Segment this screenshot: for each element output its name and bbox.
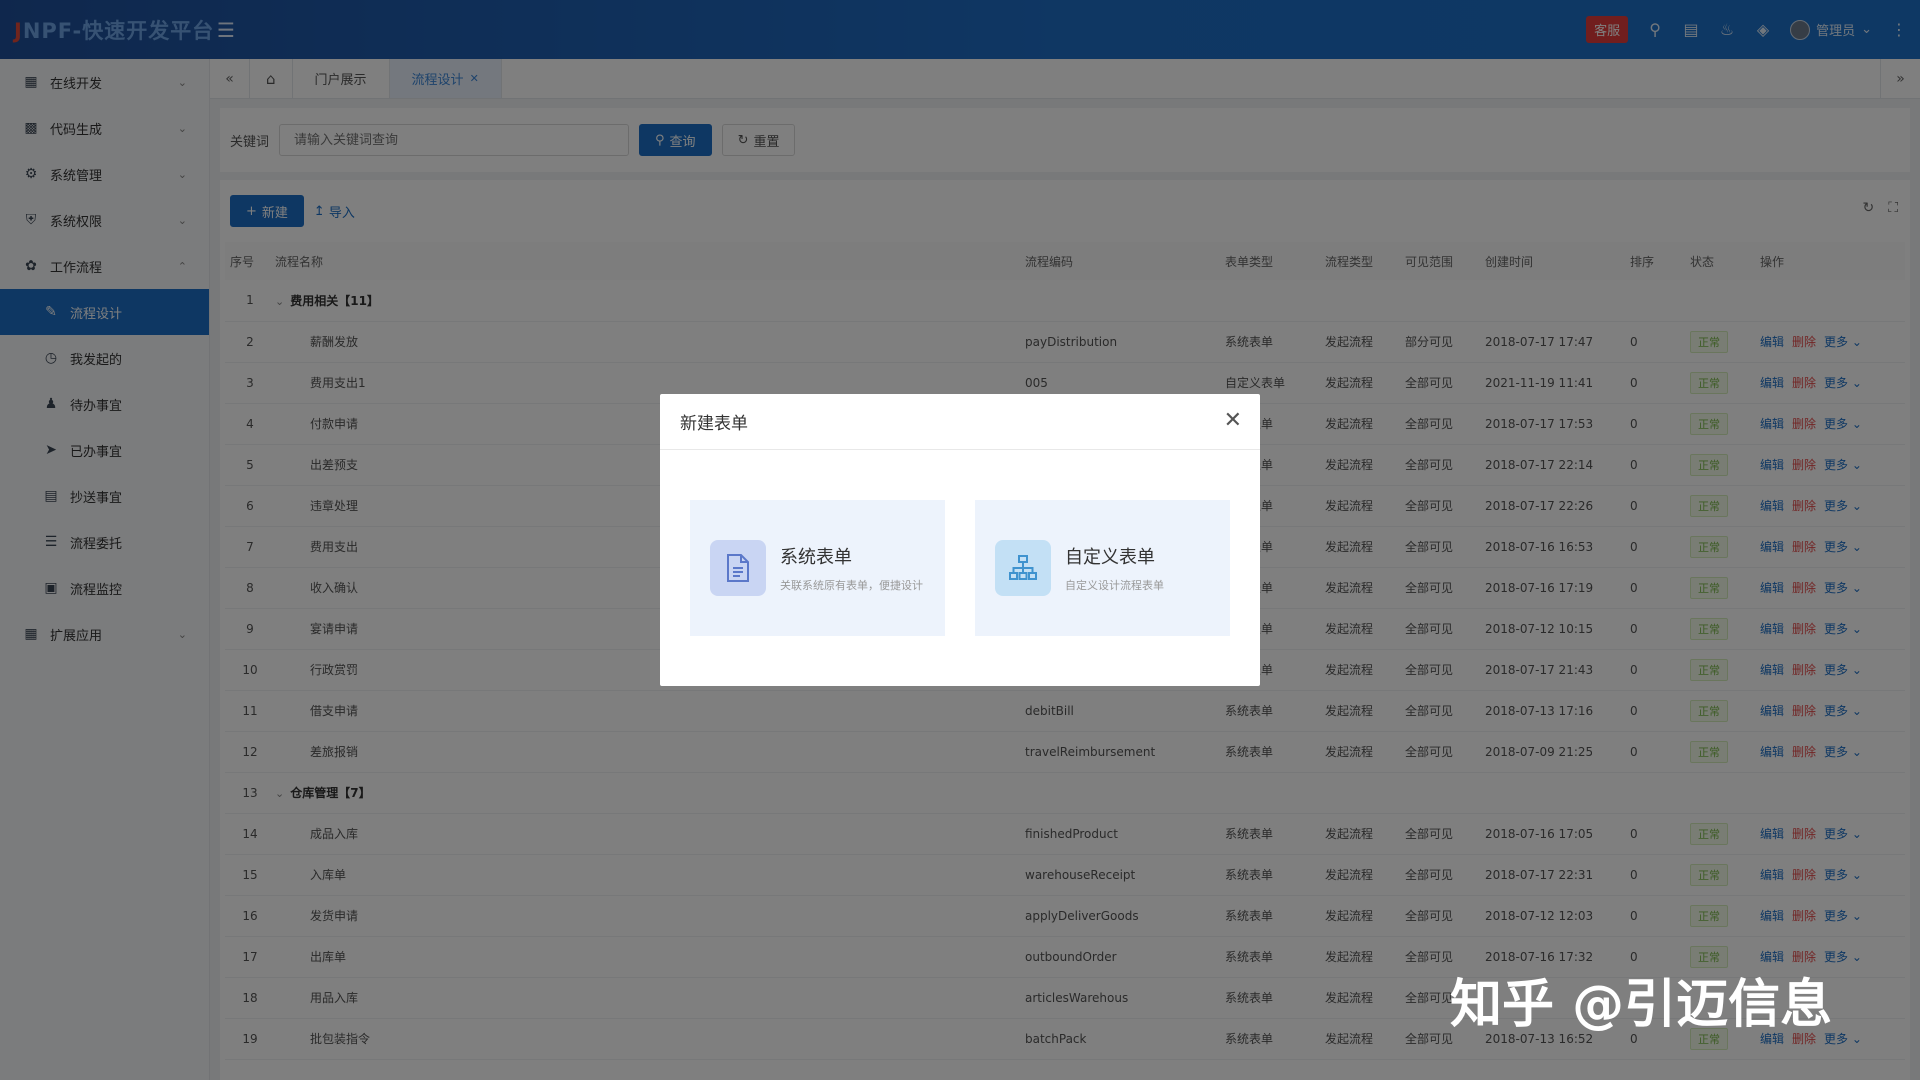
custom-form-card[interactable]: 自定义表单 自定义设计流程表单 (975, 500, 1230, 636)
card-title: 自定义表单 (1065, 547, 1155, 568)
modal-header: 新建表单 ✕ (660, 394, 1260, 450)
zhihu-watermark: 知乎 @引迈信息 (1450, 962, 1832, 1037)
system-form-card[interactable]: 系统表单 关联系统原有表单，便捷设计 (690, 500, 945, 636)
card-desc: 自定义设计流程表单 (1065, 579, 1164, 592)
document-icon (710, 540, 766, 596)
new-form-modal: 新建表单 ✕ 系统表单 关联系统原有表单，便捷设计 自定义表单 自定义设计流程表… (660, 394, 1260, 686)
org-chart-icon (995, 540, 1051, 596)
card-desc: 关联系统原有表单，便捷设计 (780, 579, 923, 592)
card-title: 系统表单 (780, 547, 852, 568)
modal-title: 新建表单 (680, 414, 748, 434)
close-icon[interactable]: ✕ (1224, 410, 1242, 432)
watermark-text: 知乎 @引迈信息 (1450, 975, 1833, 1035)
